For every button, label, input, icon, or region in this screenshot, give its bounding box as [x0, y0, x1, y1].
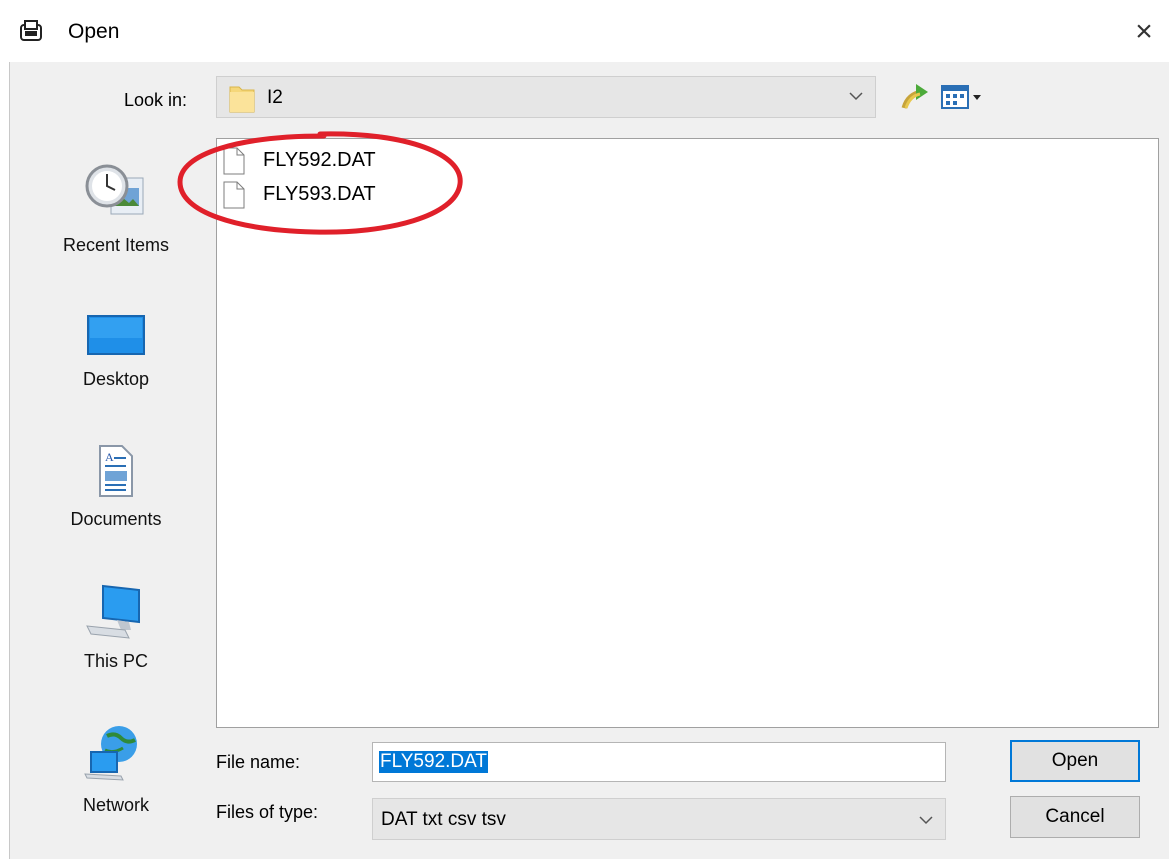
- documents-icon: A: [22, 444, 210, 503]
- window-title: Open: [68, 20, 120, 43]
- look-in-value: I2: [267, 87, 283, 108]
- chevron-down-icon[interactable]: [917, 811, 935, 829]
- place-desktop[interactable]: Desktop: [22, 312, 210, 390]
- place-network[interactable]: Network: [22, 722, 210, 816]
- place-this-pc[interactable]: This PC: [22, 582, 210, 672]
- file-name-value: FLY592.DAT: [379, 751, 489, 773]
- file-name: FLY592.DAT: [263, 149, 376, 171]
- view-menu-icon[interactable]: [940, 82, 984, 112]
- look-in-label: Look in:: [124, 90, 188, 110]
- file-list[interactable]: FLY592.DAT FLY593.DAT: [216, 138, 1159, 728]
- folder-icon: [229, 83, 255, 113]
- place-label: Documents: [70, 509, 162, 529]
- file-name: FLY593.DAT: [263, 183, 376, 205]
- place-label: Recent Items: [62, 235, 170, 255]
- file-icon: [223, 181, 245, 209]
- recent-items-icon: [22, 160, 210, 229]
- place-recent-items[interactable]: Recent Items: [22, 160, 210, 256]
- close-button[interactable]: ×: [1126, 14, 1162, 50]
- open-dialog-icon: [18, 18, 44, 44]
- up-one-level-icon[interactable]: [898, 80, 932, 114]
- chevron-down-icon[interactable]: [847, 87, 865, 105]
- cancel-button[interactable]: Cancel: [1010, 796, 1140, 838]
- this-pc-icon: [22, 582, 210, 645]
- file-name-input[interactable]: FLY592.DAT: [372, 742, 946, 782]
- svg-text:A: A: [105, 450, 114, 464]
- place-documents[interactable]: A Documents: [22, 444, 210, 530]
- file-icon: [223, 147, 245, 175]
- place-label: Network: [82, 795, 149, 815]
- desktop-icon: [22, 312, 210, 363]
- file-type-label: Files of type:: [216, 802, 319, 822]
- file-type-value: DAT txt csv tsv: [381, 809, 506, 830]
- network-icon: [22, 722, 210, 789]
- file-name-label: File name:: [216, 752, 301, 772]
- place-label: Desktop: [82, 369, 150, 389]
- place-label: This PC: [83, 651, 148, 671]
- places-bar: Recent Items Desktop A Documents This PC…: [22, 138, 210, 847]
- look-in-dropdown[interactable]: I2: [216, 76, 876, 118]
- open-button[interactable]: Open: [1010, 740, 1140, 782]
- file-type-dropdown[interactable]: DAT txt csv tsv: [372, 798, 946, 840]
